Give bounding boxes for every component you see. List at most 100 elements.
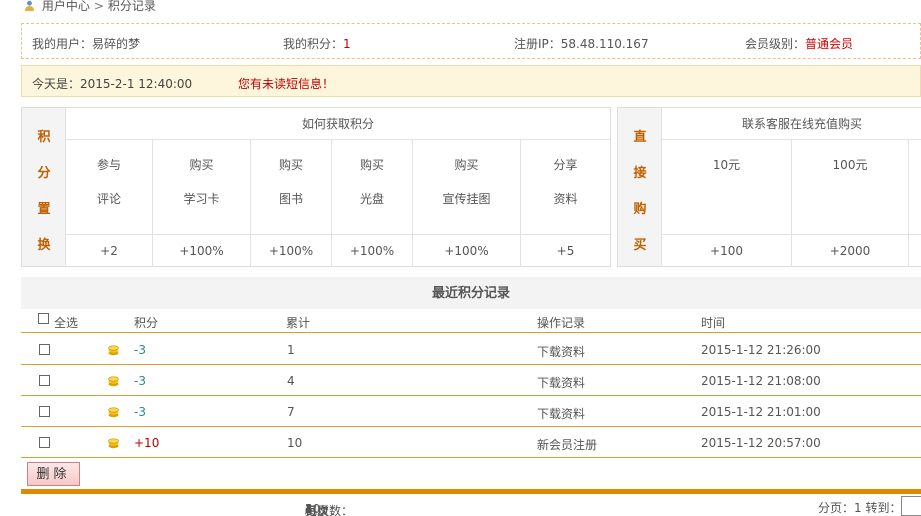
side-char: 买 (633, 238, 647, 253)
divider (153, 234, 250, 235)
ip-value: 58.48.110.167 (560, 37, 649, 51)
earn-col-line2: 评论 (96, 192, 121, 206)
earn-col-line2: 资料 (553, 192, 578, 206)
points-value: 1 (343, 37, 351, 51)
points-records: 最近积分记录 全选 积分 累计 操作记录 时间 -3 1 下载资料 2015-1… (21, 277, 921, 463)
earn-col-value: +2 (100, 244, 118, 258)
coin-icon (108, 345, 119, 356)
table-row: -3 1 下载资料 2015-1-12 21:26:00 (21, 334, 921, 365)
row-time: 2015-1-12 21:01:00 (701, 405, 821, 419)
earn-col-value: +100% (179, 244, 224, 258)
divider (413, 234, 520, 235)
coin-icon (108, 438, 119, 449)
row-total: 7 (287, 405, 295, 419)
buy-side-label: 直 接 购 买 (618, 108, 662, 266)
table-row: +10 10 新会员注册 2015-1-12 20:57:00 (21, 427, 921, 458)
record-count-value: 4 (305, 502, 313, 516)
row-points: -3 (134, 405, 146, 419)
earn-column: 购买 光盘 +100% (331, 140, 412, 266)
buy-column-partial (908, 140, 921, 266)
user-value: 易碎的梦 (92, 37, 141, 51)
side-char: 置 (37, 202, 51, 217)
divider (792, 234, 908, 235)
row-time: 2015-1-12 21:08:00 (701, 374, 821, 388)
earn-title: 如何获取积分 (66, 108, 610, 140)
records-header: 全选 积分 累计 操作记录 时间 (21, 309, 921, 333)
user-icon (25, 0, 34, 11)
breadcrumb: 用户中心 > 积分记录 (24, 0, 156, 14)
coin-icon (108, 407, 119, 418)
buy-col-price: 100元 (832, 158, 868, 172)
row-action: 下载资料 (537, 345, 586, 359)
buy-col-value: +2000 (829, 244, 871, 258)
earn-col-line1: 购买 (454, 158, 479, 172)
divider (662, 234, 791, 235)
user-info-bar: 我的用户：易碎的梦 我的积分：1 注册IP：58.48.110.167 会员级别… (21, 23, 921, 59)
earn-col-line2: 图书 (278, 192, 303, 206)
earn-col-line1: 购买 (359, 158, 384, 172)
direct-buy-box: 直 接 购 买 联系客服在线充值购买 10元 +100 100元 +2000 (617, 107, 921, 267)
level-value: 普通会员 (805, 37, 854, 51)
user-info: 我的用户：易碎的梦 (32, 35, 140, 52)
breadcrumb-home-link[interactable]: 用户中心 (42, 0, 90, 13)
row-time: 2015-1-12 20:57:00 (701, 436, 821, 450)
row-checkbox[interactable] (39, 375, 50, 386)
divider (521, 234, 610, 235)
earn-col-line2: 宣传挂图 (442, 192, 491, 206)
row-checkbox[interactable] (39, 344, 50, 355)
side-char: 直 (633, 130, 647, 145)
divider (332, 234, 412, 235)
today-text: 今天是：2015-2-1 12:40:00 (32, 77, 193, 91)
side-char: 接 (633, 166, 647, 181)
divider (251, 234, 331, 235)
breadcrumb-current: 积分记录 (107, 0, 156, 13)
earn-col-value: +5 (556, 244, 575, 258)
earn-column: 分享 资料 +5 (520, 140, 610, 266)
buy-title: 联系客服在线充值购买 (662, 108, 921, 140)
buy-column: 100元 +2000 (791, 140, 908, 266)
earn-col-value: +100% (349, 244, 395, 258)
records-title: 最近积分记录 (21, 277, 921, 309)
row-checkbox[interactable] (39, 437, 50, 448)
row-total: 1 (287, 343, 295, 357)
user-label: 我的用户： (32, 37, 93, 51)
unread-messages-link[interactable]: 您有未读短信息！ (238, 75, 334, 92)
coin-icon (108, 376, 119, 387)
pager-divider (21, 489, 921, 494)
earn-col-line1: 分享 (553, 158, 578, 172)
header-points: 积分 (134, 316, 159, 330)
row-checkbox[interactable] (39, 406, 50, 417)
row-total: 4 (287, 374, 295, 388)
earn-column: 购买 宣传挂图 +100% (412, 140, 520, 266)
points-label: 我的积分： (283, 37, 344, 51)
earn-column: 购买 图书 +100% (250, 140, 331, 266)
row-time: 2015-1-12 21:26:00 (701, 343, 821, 357)
earn-side-label: 积 分 置 换 (22, 108, 66, 266)
date-bar: 今天是：2015-2-1 12:40:00 您有未读短信息！ (21, 65, 921, 97)
buy-col-price: 10元 (712, 158, 741, 172)
breadcrumb-separator: > (93, 0, 104, 13)
earn-col-line1: 参与 (96, 158, 121, 172)
level-label: 会员级别： (745, 37, 806, 51)
header-total: 累计 (286, 316, 311, 330)
ip-info: 注册IP：58.48.110.167 (514, 35, 649, 52)
side-char: 积 (37, 130, 51, 145)
row-action: 下载资料 (537, 407, 586, 421)
row-points: -3 (134, 343, 146, 357)
row-action: 下载资料 (537, 376, 586, 390)
table-row: -3 4 下载资料 2015-1-12 21:08:00 (21, 365, 921, 396)
header-time: 时间 (701, 316, 726, 330)
side-char: 分 (37, 166, 51, 181)
side-char: 换 (37, 238, 51, 253)
earn-column: 购买 学习卡 +100% (152, 140, 250, 266)
level-info: 会员级别：普通会员 (745, 35, 853, 52)
points-info: 我的积分：1 (283, 35, 351, 52)
row-points: -3 (134, 374, 146, 388)
select-all-checkbox[interactable] (38, 313, 49, 324)
pager-goto-label: 分页：1 转到： (818, 501, 902, 515)
earn-column: 参与 评论 +2 (66, 140, 152, 266)
select-all-label: 全选 (54, 316, 79, 330)
delete-button[interactable]: 删除 (27, 462, 80, 486)
divider (66, 234, 152, 235)
goto-page-select[interactable] (901, 496, 921, 516)
